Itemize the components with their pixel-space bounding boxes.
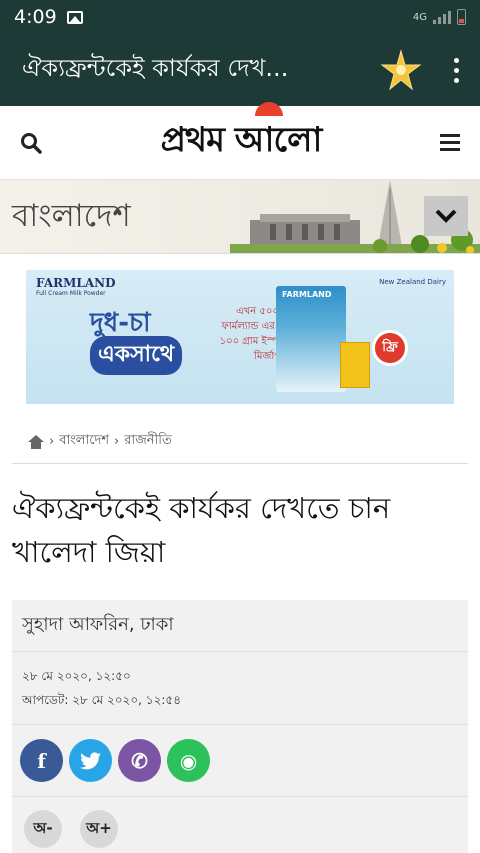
battery-icon <box>457 9 466 25</box>
status-left: 4:09 <box>14 6 83 28</box>
breadcrumb: › বাংলাদেশ › রাজনীতি <box>12 420 468 464</box>
status-bar: 4:09 4G <box>0 0 480 34</box>
ad-brand-sub: Full Cream Milk Powder <box>36 290 106 297</box>
home-icon[interactable] <box>28 434 44 449</box>
twitter-icon <box>79 751 101 769</box>
article-dates: ২৮ মে ২০২০, ১২:৫০ আপডেট: ২৮ মে ২০২০, ১২:… <box>12 652 468 725</box>
facebook-icon: f <box>37 748 46 773</box>
site-logo[interactable]: প্রথম আলো <box>160 102 323 171</box>
network-type: 4G <box>412 11 427 23</box>
ad-brand: FARMLAND <box>36 276 116 290</box>
breadcrumb-item-bangladesh[interactable]: বাংলাদেশ <box>59 431 109 452</box>
ad-slogan-line2: একসাথে <box>90 336 183 375</box>
section-title: বাংলাদেশ <box>12 198 131 234</box>
nz-dairy-logo: New Zealand Dairy <box>379 278 446 286</box>
logo-text: প্রথম আলো <box>160 120 323 160</box>
article-headline: ঐক্যফ্রন্টকেই কার্যকর দেখতে চান খালেদা জ… <box>12 491 391 569</box>
author-name[interactable]: সুহাদা আফরিন, ঢাকা <box>12 600 468 652</box>
status-time: 4:09 <box>14 6 57 28</box>
night-mode-star-icon[interactable] <box>378 47 424 93</box>
increase-font-button[interactable]: অ+ <box>80 810 118 848</box>
whatsapp-icon: ◉ <box>179 748 198 773</box>
signal-icon <box>433 10 451 24</box>
updated-date: আপডেট: ২৮ মে ২০২০, ১২:৫৪ <box>22 693 181 707</box>
chevron-down-icon <box>435 209 457 223</box>
viber-icon: ✆ <box>131 748 148 773</box>
twitter-share-button[interactable] <box>69 739 112 782</box>
breadcrumb-separator: › <box>114 434 120 449</box>
decrease-font-button[interactable]: অ- <box>24 810 62 848</box>
font-size-controls: অ- অ+ <box>12 797 468 853</box>
status-right: 4G <box>413 9 466 25</box>
section-banner: বাংলাদেশ <box>0 180 480 254</box>
search-icon[interactable] <box>20 132 42 154</box>
site-header: প্রথম আলো <box>0 102 480 180</box>
tea-pack-image <box>340 342 370 388</box>
viber-share-button[interactable]: ✆ <box>118 739 161 782</box>
app-bar: ঐক্যফ্রন্টকেই কার্যকর দেখ... <box>0 34 480 106</box>
advertisement-container: FARMLAND Full Cream Milk Powder দুধ-চা এ… <box>0 254 480 420</box>
published-date: ২৮ মে ২০২০, ১২:৫০ <box>22 669 131 683</box>
share-buttons: f ✆ ◉ <box>12 725 468 797</box>
whatsapp-share-button[interactable]: ◉ <box>167 739 210 782</box>
breadcrumb-separator: › <box>49 434 55 449</box>
facebook-share-button[interactable]: f <box>20 739 63 782</box>
hamburger-menu-icon[interactable] <box>439 134 460 151</box>
section-dropdown-button[interactable] <box>424 196 468 236</box>
ad-pack-label: FARMLAND <box>282 290 332 299</box>
overflow-menu-icon[interactable] <box>448 57 464 83</box>
farmland-ad[interactable]: FARMLAND Full Cream Milk Powder দুধ-চা এ… <box>26 270 454 404</box>
milk-pack-image <box>276 286 346 392</box>
article-meta: সুহাদা আফরিন, ঢাকা ২৮ মে ২০২০, ১২:৫০ আপড… <box>12 600 468 853</box>
gallery-notification-icon <box>66 10 83 24</box>
breadcrumb-item-politics[interactable]: রাজনীতি <box>124 431 172 452</box>
app-bar-title: ঐক্যফ্রন্টকেই কার্যকর দেখ... <box>22 54 289 82</box>
free-badge: ফ্রি <box>372 330 408 366</box>
